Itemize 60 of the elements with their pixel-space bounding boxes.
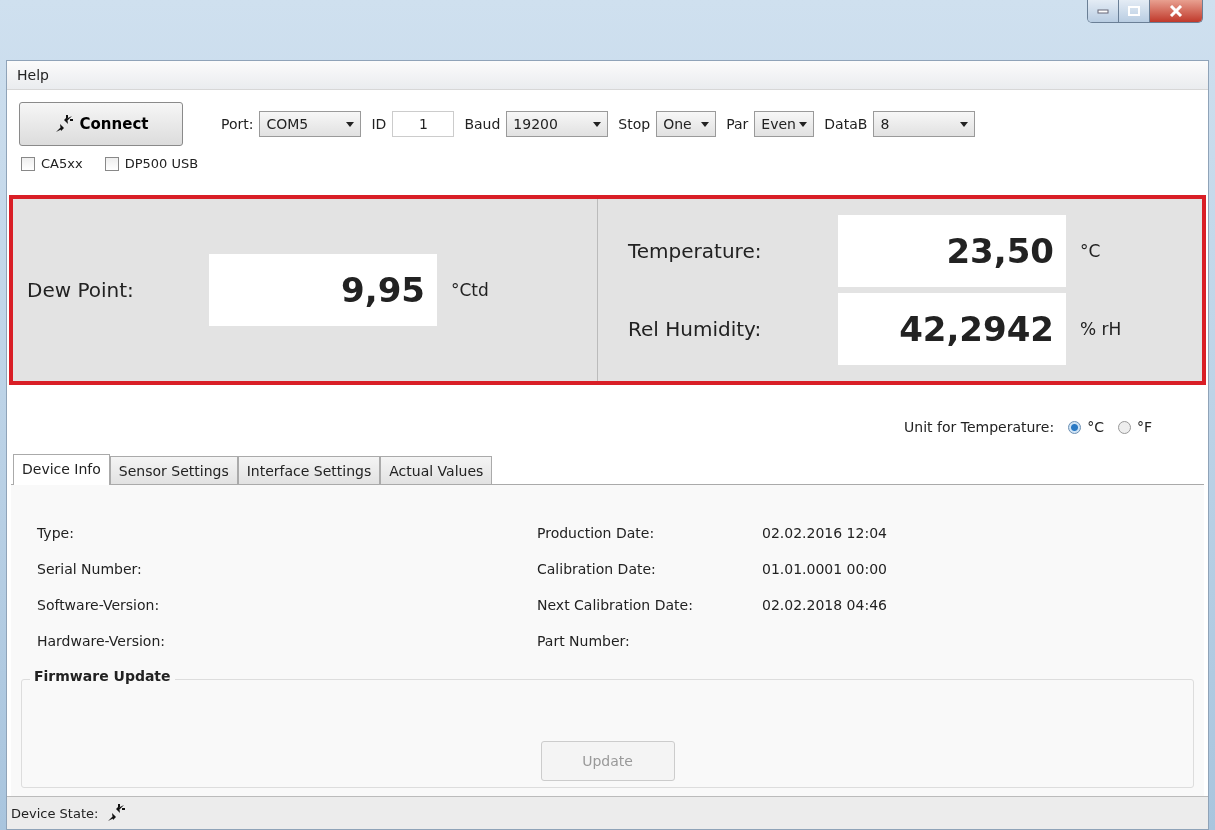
- menu-item[interactable]: Help: [13, 65, 53, 85]
- caret-icon: [799, 121, 808, 127]
- checkbox[interactable]: [21, 156, 35, 171]
- dropdown[interactable]: 8: [873, 111, 976, 137]
- maximize-icon: [1128, 6, 1140, 16]
- dropdown[interactable]: 19200: [506, 111, 609, 137]
- info-label: Type:: [37, 524, 75, 543]
- unit-label: °Ctd: [451, 280, 489, 300]
- reading-value: 23,50: [838, 215, 1066, 287]
- info-value: 02.02.2018 04:46: [762, 597, 887, 613]
- reading-label: Dew Point:: [27, 278, 135, 302]
- checkbox[interactable]: [104, 156, 119, 171]
- minimize-icon: [1097, 8, 1109, 14]
- connect-button[interactable]: Connect: [19, 102, 183, 146]
- reading-label: Rel Humidity:: [628, 317, 763, 341]
- checkbox-label: DP500 USB: [124, 156, 199, 171]
- group-title: Firmware Update: [30, 668, 175, 684]
- unit-label: Unit for Temperature:: [904, 419, 1055, 435]
- tab[interactable]: Device Info: [13, 454, 110, 485]
- dropdown[interactable]: COM5: [259, 111, 362, 137]
- caret-icon: [960, 121, 969, 127]
- caret-icon: [346, 121, 355, 127]
- caret-icon: [593, 121, 602, 127]
- dropdown[interactable]: Even: [754, 111, 815, 137]
- tab[interactable]: Actual Values: [380, 456, 493, 484]
- info-label: Software-Version:: [37, 596, 161, 615]
- info-value: 02.02.2016 12:04: [762, 525, 887, 541]
- status-label: Device State:: [11, 805, 99, 821]
- field-label: Stop: [618, 116, 651, 132]
- info-value: 01.01.0001 00:00: [762, 561, 887, 577]
- reading-value: 42,2942: [838, 293, 1066, 365]
- info-label: Serial Number:: [37, 560, 143, 579]
- field-label: Port:: [221, 116, 254, 132]
- field-label: Baud: [464, 116, 501, 132]
- reading-value: 9,95: [209, 254, 437, 326]
- input-field[interactable]: 1: [392, 111, 455, 137]
- reading-label: Temperature:: [628, 239, 763, 263]
- checkbox-label: CA5xx: [41, 156, 83, 171]
- info-label: Calibration Date:: [537, 561, 657, 577]
- minimize-button[interactable]: [1088, 0, 1119, 22]
- tab[interactable]: Interface Settings: [237, 456, 381, 484]
- radio-button[interactable]: [1117, 420, 1131, 434]
- info-label: Production Date:: [537, 525, 656, 541]
- radio-label: °F: [1136, 419, 1152, 435]
- close-button[interactable]: [1150, 0, 1202, 22]
- info-label: Hardware-Version:: [37, 632, 167, 651]
- info-label: Part Number:: [537, 633, 631, 649]
- field-label: ID: [371, 116, 387, 132]
- maximize-button[interactable]: [1119, 0, 1150, 22]
- radio-label: °C: [1087, 419, 1104, 435]
- close-icon: [1169, 5, 1183, 17]
- unit-label: % rH: [1080, 319, 1122, 339]
- radio-button[interactable]: [1068, 420, 1082, 434]
- field-label: Par: [726, 116, 749, 132]
- dropdown[interactable]: One: [656, 111, 717, 137]
- unit-label: °C: [1080, 241, 1101, 261]
- field-label: DataB: [824, 116, 868, 132]
- info-label: Next Calibration Date:: [537, 597, 694, 613]
- tab[interactable]: Sensor Settings: [109, 456, 238, 484]
- caret-icon: [701, 121, 710, 127]
